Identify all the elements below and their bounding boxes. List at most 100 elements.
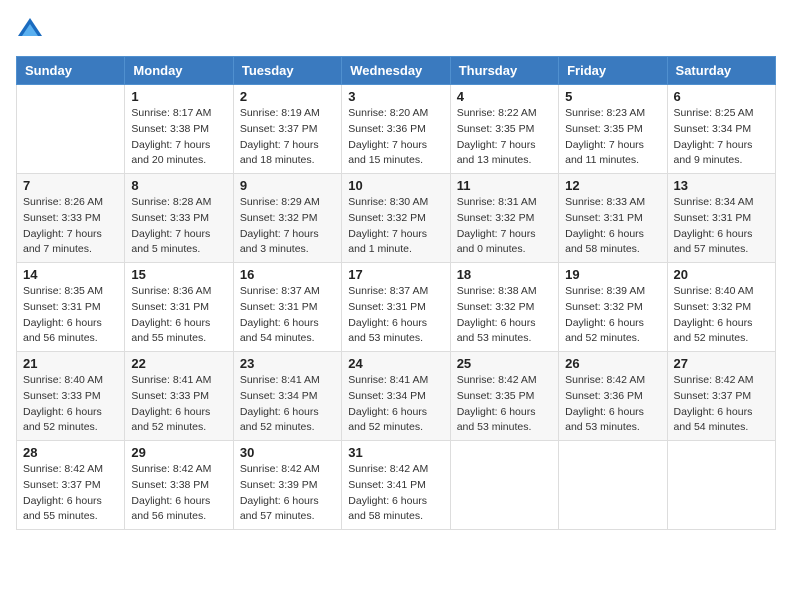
weekday-header-wednesday: Wednesday (342, 57, 450, 85)
calendar-cell: 19 Sunrise: 8:39 AM Sunset: 3:32 PM Dayli… (559, 263, 667, 352)
day-number: 5 (565, 89, 660, 104)
calendar-cell: 6Sunrise: 8:25 AM Sunset: 3:34 PM Daylig… (667, 85, 775, 174)
day-number: 17 (348, 267, 443, 282)
day-info: Sunrise: 8:22 AM Sunset: 3:35 PM Dayligh… (457, 106, 552, 169)
day-info: Sunrise: 8:19 AM Sunset: 3:37 PM Dayligh… (240, 106, 335, 169)
day-number: 13 (674, 178, 769, 193)
day-info: Sunrise: 8:23 AM Sunset: 3:35 PM Dayligh… (565, 106, 660, 169)
page-header (16, 16, 776, 44)
day-info: Sunrise: 8:41 AM Sunset: 3:34 PM Dayligh… (240, 373, 335, 436)
calendar-cell: 2 Sunrise: 8:19 AM Sunset: 3:37 PM Daylig… (233, 85, 341, 174)
calendar-cell: 17 Sunrise: 8:37 AM Sunset: 3:31 PM Dayli… (342, 263, 450, 352)
calendar-cell: 28Sunrise: 8:42 AM Sunset: 3:37 PM Dayli… (17, 441, 125, 530)
calendar-cell: 25 Sunrise: 8:42 AM Sunset: 3:35 PM Dayli… (450, 352, 558, 441)
day-info: Sunrise: 8:42 AM Sunset: 3:36 PM Dayligh… (565, 373, 660, 436)
day-info: Sunrise: 8:40 AM Sunset: 3:32 PM Dayligh… (674, 284, 769, 347)
calendar-cell: 31 Sunrise: 8:42 AM Sunset: 3:41 PM Dayli… (342, 441, 450, 530)
day-number: 24 (348, 356, 443, 371)
day-number: 16 (240, 267, 335, 282)
day-info: Sunrise: 8:39 AM Sunset: 3:32 PM Dayligh… (565, 284, 660, 347)
calendar-cell: 21 Sunrise: 8:40 AM Sunset: 3:33 PM Dayli… (17, 352, 125, 441)
day-number: 19 (565, 267, 660, 282)
day-info: Sunrise: 8:38 AM Sunset: 3:32 PM Dayligh… (457, 284, 552, 347)
day-number: 26 (565, 356, 660, 371)
calendar-week-row: 1Sunrise: 8:17 AM Sunset: 3:38 PM Daylig… (17, 85, 776, 174)
calendar-cell: 29 Sunrise: 8:42 AM Sunset: 3:38 PM Dayli… (125, 441, 233, 530)
day-number: 8 (131, 178, 226, 193)
weekday-header-friday: Friday (559, 57, 667, 85)
calendar-cell: 27 Sunrise: 8:42 AM Sunset: 3:37 PM Dayli… (667, 352, 775, 441)
weekday-header-monday: Monday (125, 57, 233, 85)
calendar-cell: 15 Sunrise: 8:36 AM Sunset: 3:31 PM Dayli… (125, 263, 233, 352)
weekday-header-thursday: Thursday (450, 57, 558, 85)
day-number: 10 (348, 178, 443, 193)
calendar-cell: 7Sunrise: 8:26 AM Sunset: 3:33 PM Daylig… (17, 174, 125, 263)
day-number: 3 (348, 89, 443, 104)
calendar-cell: 20Sunrise: 8:40 AM Sunset: 3:32 PM Dayli… (667, 263, 775, 352)
day-number: 11 (457, 178, 552, 193)
day-number: 18 (457, 267, 552, 282)
calendar-cell (17, 85, 125, 174)
day-number: 6 (674, 89, 769, 104)
calendar-cell: 11Sunrise: 8:31 AM Sunset: 3:32 PM Dayli… (450, 174, 558, 263)
day-info: Sunrise: 8:42 AM Sunset: 3:37 PM Dayligh… (674, 373, 769, 436)
weekday-header-sunday: Sunday (17, 57, 125, 85)
calendar-table: SundayMondayTuesdayWednesdayThursdayFrid… (16, 56, 776, 530)
day-info: Sunrise: 8:42 AM Sunset: 3:39 PM Dayligh… (240, 462, 335, 525)
calendar-cell: 23 Sunrise: 8:41 AM Sunset: 3:34 PM Dayli… (233, 352, 341, 441)
logo (16, 16, 50, 44)
calendar-cell (559, 441, 667, 530)
calendar-cell: 4 Sunrise: 8:22 AM Sunset: 3:35 PM Daylig… (450, 85, 558, 174)
day-number: 4 (457, 89, 552, 104)
day-number: 21 (23, 356, 118, 371)
calendar-cell: 14Sunrise: 8:35 AM Sunset: 3:31 PM Dayli… (17, 263, 125, 352)
calendar-cell: 16 Sunrise: 8:37 AM Sunset: 3:31 PM Dayli… (233, 263, 341, 352)
day-number: 31 (348, 445, 443, 460)
day-info: Sunrise: 8:37 AM Sunset: 3:31 PM Dayligh… (348, 284, 443, 347)
calendar-cell (667, 441, 775, 530)
calendar-cell: 10 Sunrise: 8:30 AM Sunset: 3:32 PM Dayli… (342, 174, 450, 263)
calendar-week-row: 21 Sunrise: 8:40 AM Sunset: 3:33 PM Dayli… (17, 352, 776, 441)
day-number: 15 (131, 267, 226, 282)
calendar-header-row: SundayMondayTuesdayWednesdayThursdayFrid… (17, 57, 776, 85)
day-number: 27 (674, 356, 769, 371)
day-number: 29 (131, 445, 226, 460)
calendar-week-row: 7Sunrise: 8:26 AM Sunset: 3:33 PM Daylig… (17, 174, 776, 263)
day-info: Sunrise: 8:42 AM Sunset: 3:35 PM Dayligh… (457, 373, 552, 436)
calendar-cell: 26 Sunrise: 8:42 AM Sunset: 3:36 PM Dayli… (559, 352, 667, 441)
weekday-header-tuesday: Tuesday (233, 57, 341, 85)
day-info: Sunrise: 8:20 AM Sunset: 3:36 PM Dayligh… (348, 106, 443, 169)
day-info: Sunrise: 8:41 AM Sunset: 3:33 PM Dayligh… (131, 373, 226, 436)
calendar-cell: 1Sunrise: 8:17 AM Sunset: 3:38 PM Daylig… (125, 85, 233, 174)
day-info: Sunrise: 8:42 AM Sunset: 3:37 PM Dayligh… (23, 462, 118, 525)
day-number: 12 (565, 178, 660, 193)
day-info: Sunrise: 8:42 AM Sunset: 3:41 PM Dayligh… (348, 462, 443, 525)
logo-icon (16, 16, 44, 44)
day-number: 30 (240, 445, 335, 460)
calendar-cell: 12 Sunrise: 8:33 AM Sunset: 3:31 PM Dayli… (559, 174, 667, 263)
weekday-header-saturday: Saturday (667, 57, 775, 85)
day-info: Sunrise: 8:34 AM Sunset: 3:31 PM Dayligh… (674, 195, 769, 258)
day-number: 23 (240, 356, 335, 371)
calendar-cell: 13 Sunrise: 8:34 AM Sunset: 3:31 PM Dayli… (667, 174, 775, 263)
day-number: 2 (240, 89, 335, 104)
calendar-cell: 5 Sunrise: 8:23 AM Sunset: 3:35 PM Daylig… (559, 85, 667, 174)
calendar-cell: 30 Sunrise: 8:42 AM Sunset: 3:39 PM Dayli… (233, 441, 341, 530)
calendar-cell: 3 Sunrise: 8:20 AM Sunset: 3:36 PM Daylig… (342, 85, 450, 174)
day-info: Sunrise: 8:33 AM Sunset: 3:31 PM Dayligh… (565, 195, 660, 258)
day-info: Sunrise: 8:37 AM Sunset: 3:31 PM Dayligh… (240, 284, 335, 347)
day-info: Sunrise: 8:30 AM Sunset: 3:32 PM Dayligh… (348, 195, 443, 258)
day-info: Sunrise: 8:36 AM Sunset: 3:31 PM Dayligh… (131, 284, 226, 347)
day-number: 22 (131, 356, 226, 371)
calendar-week-row: 14Sunrise: 8:35 AM Sunset: 3:31 PM Dayli… (17, 263, 776, 352)
day-info: Sunrise: 8:40 AM Sunset: 3:33 PM Dayligh… (23, 373, 118, 436)
day-info: Sunrise: 8:41 AM Sunset: 3:34 PM Dayligh… (348, 373, 443, 436)
day-info: Sunrise: 8:28 AM Sunset: 3:33 PM Dayligh… (131, 195, 226, 258)
day-number: 25 (457, 356, 552, 371)
calendar-cell: 9Sunrise: 8:29 AM Sunset: 3:32 PM Daylig… (233, 174, 341, 263)
day-info: Sunrise: 8:42 AM Sunset: 3:38 PM Dayligh… (131, 462, 226, 525)
day-info: Sunrise: 8:26 AM Sunset: 3:33 PM Dayligh… (23, 195, 118, 258)
calendar-cell: 24 Sunrise: 8:41 AM Sunset: 3:34 PM Dayli… (342, 352, 450, 441)
day-number: 14 (23, 267, 118, 282)
day-number: 1 (131, 89, 226, 104)
